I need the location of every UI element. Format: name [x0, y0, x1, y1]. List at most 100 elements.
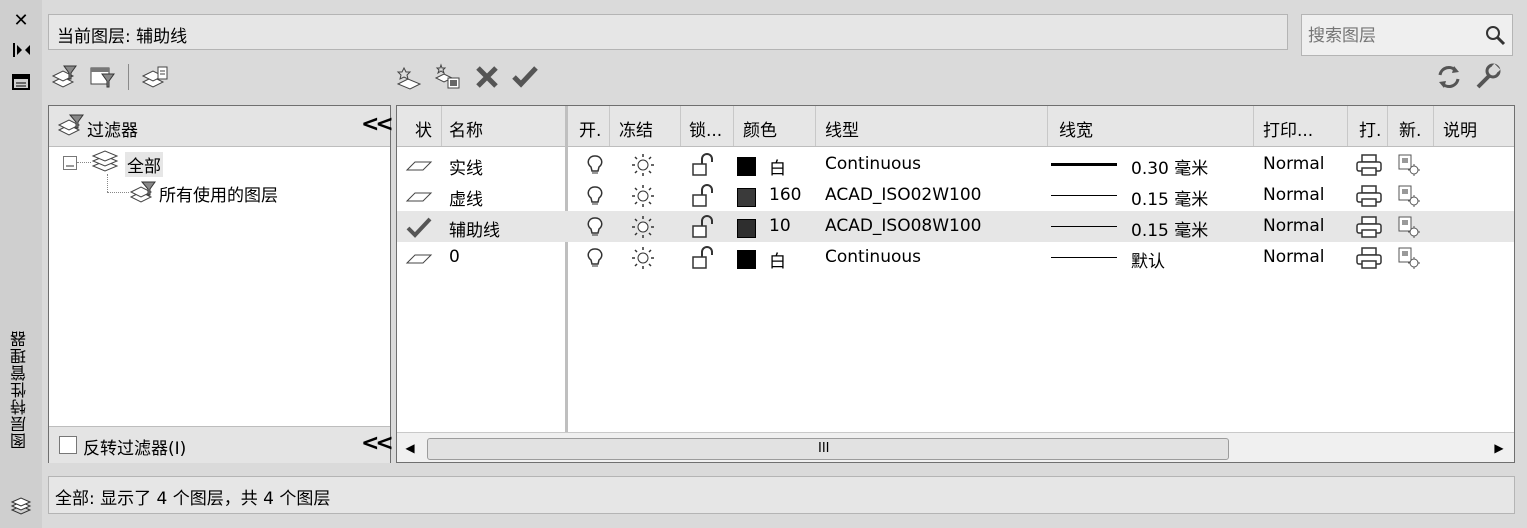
layer-linetype[interactable]: ACAD_ISO02W100: [825, 185, 982, 205]
tree-collapse-icon[interactable]: [63, 156, 77, 170]
column-header-lock[interactable]: 锁...: [689, 116, 722, 141]
settings-icon[interactable]: [1472, 62, 1502, 92]
printer-icon[interactable]: [1355, 215, 1382, 239]
column-header-status[interactable]: 状: [415, 116, 432, 141]
layer-row[interactable]: 0 白 Continuous 默认 Normal: [397, 242, 1514, 273]
column-divider: [441, 106, 442, 146]
filter-tree-panel: 过滤器 << 全部 所有使用的图层 反转过滤器(I) <<: [48, 105, 394, 463]
collapse-panel-icon[interactable]: <<: [361, 112, 394, 137]
new-layer-vp-frozen-icon[interactable]: [432, 62, 462, 92]
layer-color[interactable]: 10: [769, 216, 791, 236]
column-header-name[interactable]: 名称: [449, 116, 483, 141]
layer-name[interactable]: 辅助线: [449, 216, 500, 241]
horizontal-scrollbar[interactable]: ◀ III ▶: [397, 432, 1514, 462]
layer-plot-style[interactable]: Normal: [1263, 247, 1325, 267]
layers-icon: [9, 496, 33, 518]
vp-freeze-icon[interactable]: [1397, 215, 1421, 239]
scroll-right-arrow-icon[interactable]: ▶: [1488, 437, 1510, 459]
new-layer-icon[interactable]: [394, 62, 424, 92]
vp-freeze-icon[interactable]: [1397, 246, 1421, 270]
layer-row[interactable]: 虚线 160 ACAD_ISO02W100 0.15 毫米 Normal: [397, 180, 1514, 211]
lightbulb-icon[interactable]: [583, 246, 607, 270]
layer-row[interactable]: 实线 白 Continuous 0.30 毫米 Normal: [397, 149, 1514, 180]
column-header-freeze[interactable]: 冻结: [619, 116, 653, 141]
refresh-icon[interactable]: [1434, 62, 1464, 92]
layer-search-box[interactable]: [1301, 14, 1513, 56]
layer-lineweight[interactable]: 默认: [1131, 247, 1165, 272]
printer-icon[interactable]: [1355, 184, 1382, 208]
layer-lineweight[interactable]: 0.30 毫米: [1131, 154, 1208, 179]
collapse-panel-icon[interactable]: <<: [361, 431, 394, 456]
tree-item-used-layers[interactable]: 所有使用的图层: [159, 181, 278, 206]
scrollbar-thumb[interactable]: III: [427, 438, 1229, 460]
new-group-filter-icon[interactable]: [88, 62, 118, 92]
delete-layer-icon[interactable]: [472, 62, 502, 92]
layer-plot-style[interactable]: Normal: [1263, 185, 1325, 205]
color-swatch[interactable]: [737, 219, 756, 238]
unlock-icon[interactable]: [691, 184, 715, 208]
column-header-on[interactable]: 开.: [579, 116, 601, 141]
properties-icon[interactable]: [9, 72, 33, 94]
autohide-icon[interactable]: [9, 40, 33, 62]
sun-icon[interactable]: [631, 184, 655, 208]
checkmark-icon: [405, 215, 432, 239]
vp-freeze-icon[interactable]: [1397, 184, 1421, 208]
layer-plot-style[interactable]: Normal: [1263, 154, 1325, 174]
lightbulb-icon[interactable]: [583, 153, 607, 177]
unlock-icon[interactable]: [691, 215, 715, 239]
column-divider: [733, 106, 734, 146]
vp-freeze-icon[interactable]: [1397, 153, 1421, 177]
layer-row-current[interactable]: 辅助线 10 ACAD_ISO08W100 0.15 毫米 Normal: [397, 211, 1514, 242]
layer-plot-style[interactable]: Normal: [1263, 216, 1325, 236]
scroll-left-arrow-icon[interactable]: ◀: [399, 437, 421, 459]
layer-name[interactable]: 实线: [449, 154, 483, 179]
sun-icon[interactable]: [631, 246, 655, 270]
color-swatch[interactable]: [737, 157, 756, 176]
search-input[interactable]: [1306, 23, 1480, 49]
printer-icon[interactable]: [1355, 153, 1382, 177]
sun-icon[interactable]: [631, 215, 655, 239]
layer-name[interactable]: 0: [449, 247, 460, 267]
color-swatch[interactable]: [737, 250, 756, 269]
layer-color[interactable]: 160: [769, 185, 801, 205]
printer-icon[interactable]: [1355, 246, 1382, 270]
layer-status-icon: [405, 153, 433, 177]
layer-name[interactable]: 虚线: [449, 185, 483, 210]
color-swatch[interactable]: [737, 188, 756, 207]
column-divider: [1387, 106, 1388, 146]
new-property-filter-icon[interactable]: [50, 62, 80, 92]
layer-linetype[interactable]: Continuous: [825, 154, 921, 174]
filter-icon: [129, 180, 157, 206]
layer-states-manager-icon[interactable]: [140, 62, 170, 92]
palette-title: 图层特性管理器: [10, 330, 29, 449]
layer-lineweight[interactable]: 0.15 毫米: [1131, 185, 1208, 210]
set-current-icon[interactable]: [510, 62, 540, 92]
sun-icon[interactable]: [631, 153, 655, 177]
layer-color[interactable]: 白: [769, 154, 786, 179]
unlock-icon[interactable]: [691, 246, 715, 270]
tree-item-all[interactable]: 全部: [125, 152, 163, 177]
invert-filter-label: 反转过滤器(I): [83, 439, 187, 459]
invert-filter-checkbox[interactable]: [59, 436, 77, 454]
unlock-icon[interactable]: [691, 153, 715, 177]
column-header-plot[interactable]: 打.: [1359, 116, 1381, 141]
close-icon[interactable]: ✕: [9, 10, 33, 32]
lineweight-sample: [1051, 163, 1117, 166]
lightbulb-icon[interactable]: [583, 215, 607, 239]
toolbar-separator: [128, 64, 129, 90]
column-divider: [815, 106, 816, 146]
column-divider: [1433, 106, 1434, 146]
column-header-plot-style[interactable]: 打印...: [1263, 116, 1313, 141]
layer-lineweight[interactable]: 0.15 毫米: [1131, 216, 1208, 241]
search-icon[interactable]: [1484, 24, 1506, 46]
column-header-color[interactable]: 颜色: [743, 116, 777, 141]
layer-linetype[interactable]: ACAD_ISO08W100: [825, 216, 982, 236]
layer-color[interactable]: 白: [769, 247, 786, 272]
column-header-lineweight[interactable]: 线宽: [1059, 116, 1093, 141]
column-header-description[interactable]: 说明: [1443, 116, 1477, 141]
column-header-new-vp-freeze[interactable]: 新.: [1399, 116, 1421, 141]
lightbulb-icon[interactable]: [583, 184, 607, 208]
lineweight-sample: [1051, 195, 1117, 196]
layer-linetype[interactable]: Continuous: [825, 247, 921, 267]
column-header-linetype[interactable]: 线型: [825, 116, 859, 141]
